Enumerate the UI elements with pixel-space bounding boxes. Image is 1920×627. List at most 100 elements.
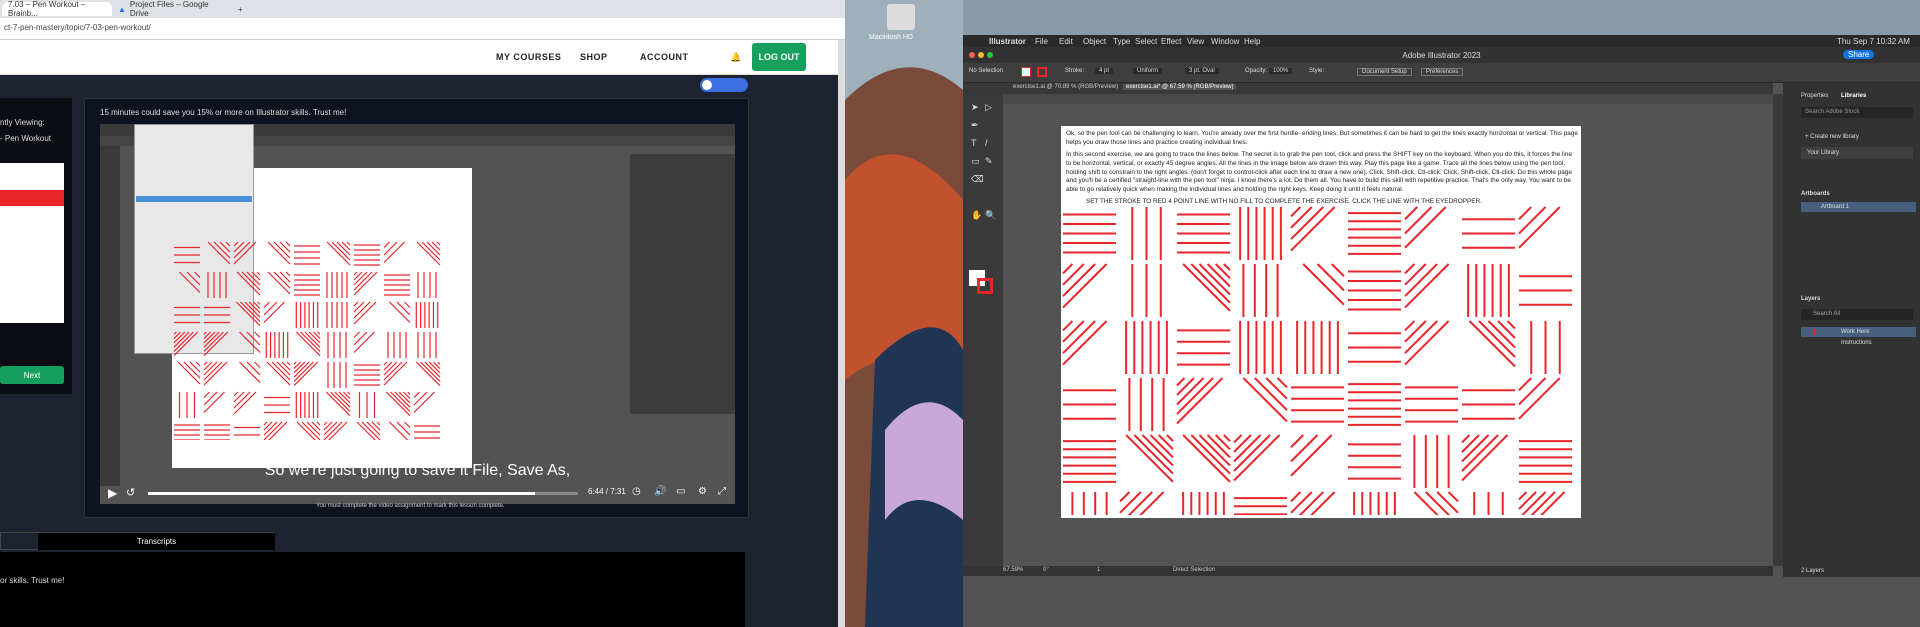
rewind-icon[interactable]: ↺ [126,486,135,499]
stroke-color-swatch[interactable] [977,278,993,294]
menu-file[interactable]: File [1035,37,1048,46]
create-library-button[interactable]: + Create new library [1805,134,1859,140]
menu-object[interactable]: Object [1083,37,1106,46]
stroke-swatch[interactable] [1037,67,1047,77]
menu-help[interactable]: Help [1244,37,1260,46]
selection-tool-icon[interactable]: ➤ [971,102,979,113]
menu-select[interactable]: Select [1135,37,1157,46]
layers-search-placeholder: Search All [1813,311,1841,317]
pattern-line [361,421,381,440]
tab-pen-workout[interactable]: 7.03 – Pen Workout – Brainb... [2,0,112,18]
menu-effect[interactable]: Effect [1161,37,1181,46]
captions-icon[interactable]: ▭ [676,486,685,497]
menubar-clock[interactable]: Thu Sep 7 10:32 AM [1837,37,1910,46]
nav-account[interactable]: ACCOUNT [640,52,689,62]
zoom-tool-icon[interactable]: 🔍 [985,210,996,221]
hand-tool-icon[interactable]: ✋ [971,210,982,221]
next-button[interactable]: Next [0,366,64,384]
tab-properties[interactable]: Properties [1801,93,1828,99]
video-progress-bar[interactable] [148,492,578,495]
address-bar[interactable]: ct-7-pen-mastery/topic/7-03-pen-workout/ [0,18,845,40]
url-text: ct-7-pen-mastery/topic/7-03-pen-workout/ [4,23,151,32]
preferences-button[interactable]: Preferences [1421,68,1464,76]
fill-swatch[interactable] [1021,67,1031,77]
fullscreen-icon[interactable]: ⤢ [718,486,726,497]
new-tab-button[interactable]: + [232,2,246,16]
pattern-line [1290,206,1336,252]
nav-shop[interactable]: SHOP [580,52,608,62]
close-window-icon[interactable] [969,52,975,58]
eraser-tool-icon[interactable]: ⌫ [971,174,984,185]
stroke-weight-field[interactable]: 4 pt [1095,68,1114,74]
your-library-label: Your Library [1807,150,1840,156]
pen-tool-icon[interactable]: ✒ [971,120,979,131]
artboard-row[interactable]: Artboard 1 [1801,202,1916,212]
settings-icon[interactable]: ⚙ [698,486,707,497]
pattern-line [383,361,388,366]
artboards-panel-title: Artboards [1801,191,1830,197]
zoom-level[interactable]: 67.59% [1003,567,1023,573]
ai-title-text: Adobe Illustrator 2023 [1402,51,1481,60]
menu-edit[interactable]: Edit [1059,37,1073,46]
menu-view[interactable]: View [1187,37,1204,46]
artboard-number[interactable]: 1 [1097,567,1100,573]
nav-my-courses[interactable]: MY COURSES [496,52,561,62]
play-icon[interactable]: ▶ [108,486,117,500]
pattern-line [323,421,343,440]
layer-name: Instructions [1841,340,1872,346]
rectangle-tool-icon[interactable]: ▭ [971,156,980,167]
layers-search-input[interactable]: Search All [1801,309,1913,320]
share-button[interactable]: Share [1843,50,1875,59]
volume-icon[interactable]: 🔊 [654,486,666,497]
tab-google-drive[interactable]: ▲ Project Files – Google Drive [112,0,232,18]
mac-menubar: Illustrator File Edit Object Type Select… [963,35,1920,47]
pattern-line [413,391,428,406]
pattern-line [233,241,245,253]
brush-tool-icon[interactable]: ✎ [985,156,993,167]
right-panels: Properties Libraries Search Adobe Stock … [1783,83,1920,577]
pattern-line [1242,377,1288,423]
page-scrollbar[interactable] [838,40,845,627]
pattern-line [1265,377,1288,400]
lesson-list [0,163,64,323]
pattern-line [424,361,441,378]
vertical-scrollbar[interactable] [1773,94,1783,566]
layer-row-work-here[interactable]: Work Here [1801,327,1916,337]
rotation-angle[interactable]: 0° [1043,567,1049,573]
layer-row-instructions[interactable]: Instructions [1801,338,1916,348]
your-library-item[interactable]: Your Library [1801,147,1913,159]
layer-name: Work Here [1841,329,1870,335]
speed-icon[interactable]: ◷ [632,486,641,497]
variable-width-select[interactable]: Uniform [1133,68,1163,74]
save-menu-item[interactable] [136,196,252,202]
tab-libraries[interactable]: Libraries [1841,93,1866,99]
document-setup-button[interactable]: Document Setup [1357,68,1412,76]
pattern-line [317,331,321,335]
zoom-window-icon[interactable] [987,52,993,58]
stock-search-input[interactable]: Search Adobe Stock [1801,107,1913,118]
menu-illustrator[interactable]: Illustrator [989,37,1026,46]
bell-icon[interactable]: 🔔 [730,52,742,63]
doc-tab-1[interactable]: exercise1.ai @ 70.89 % (RGB/Preview) [1013,84,1118,90]
opacity-field[interactable]: 100% [1269,68,1293,74]
pattern-line [285,241,291,247]
logout-button[interactable]: LOG OUT [752,43,806,71]
focus-mode-toggle[interactable] [700,78,748,92]
line-tool-icon[interactable]: / [985,138,988,148]
type-tool-icon[interactable]: T [971,138,977,148]
ai-titlebar: Adobe Illustrator 2023 Share [963,47,1920,63]
hard-drive-icon[interactable] [887,4,915,30]
brush-select[interactable]: 3 pt. Oval [1185,68,1219,74]
menu-type[interactable]: Type [1113,37,1130,46]
pattern-line [1497,320,1516,339]
menu-window[interactable]: Window [1211,37,1239,46]
minimize-window-icon[interactable] [978,52,984,58]
doc-tab-2[interactable]: exercise1.ai* @ 67.59 % (RGB/Preview) [1123,84,1237,90]
direct-selection-tool-icon[interactable]: ▷ [985,102,992,113]
video-time: 6:44 / 7:31 [588,487,626,496]
pattern-line [1518,206,1547,235]
current-lesson-title: - Pen Workout [0,134,51,143]
desktop-wallpaper [845,0,963,627]
pattern-line [1190,263,1231,304]
tab-transcripts[interactable]: Transcripts [38,533,275,550]
